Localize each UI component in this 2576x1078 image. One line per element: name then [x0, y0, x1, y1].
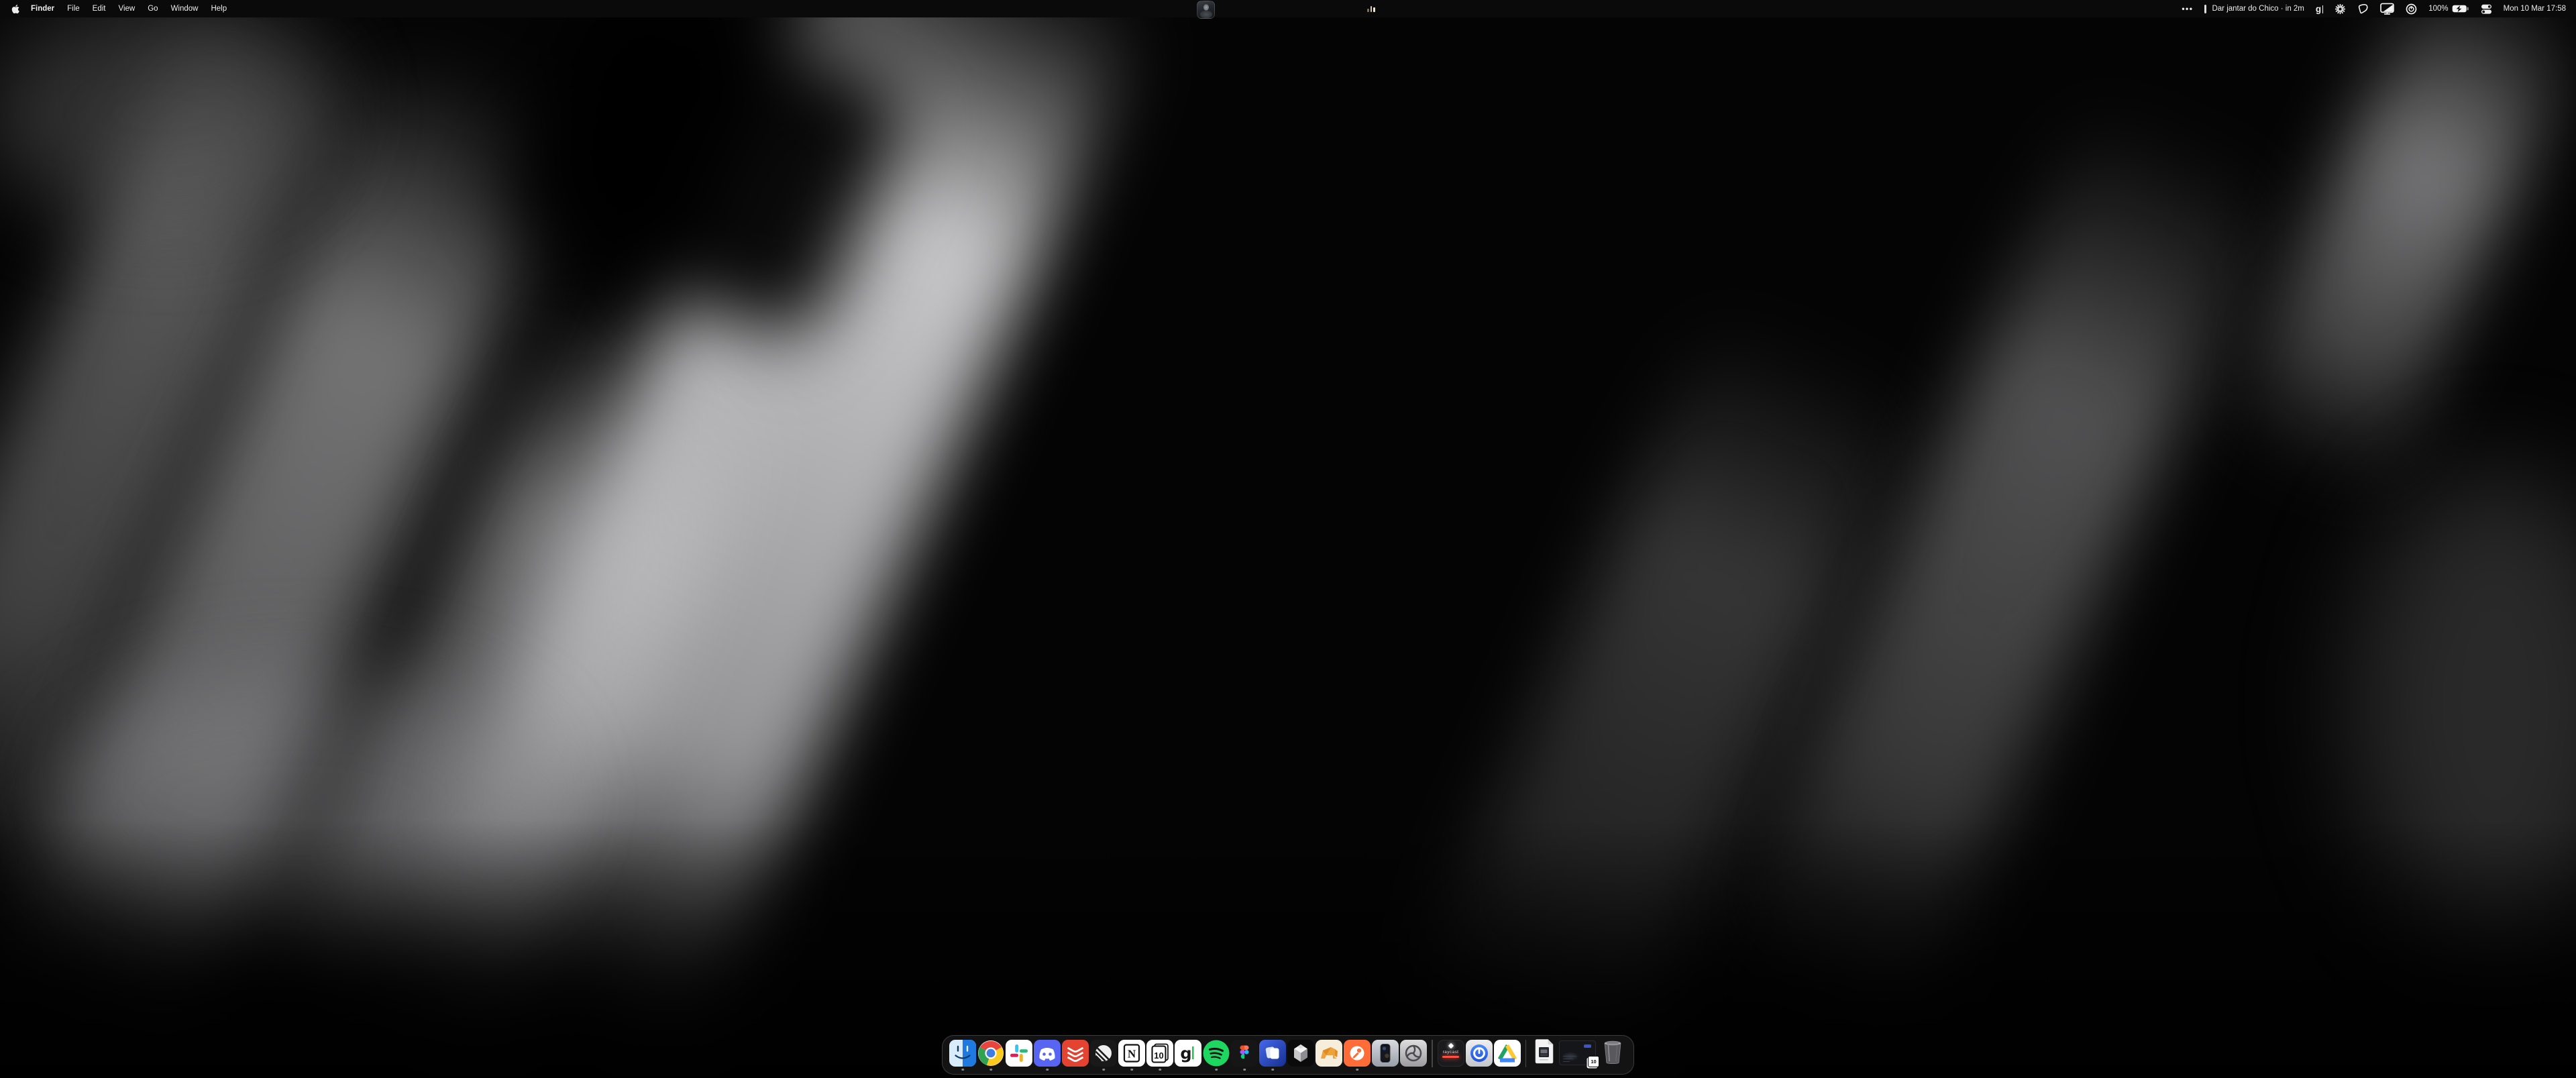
dock-app-finder[interactable] [949, 1040, 976, 1067]
notch-camera-preview[interactable] [1197, 1, 1215, 19]
flower-icon[interactable] [2334, 3, 2346, 15]
dock-app-gray-pinwheel[interactable] [1400, 1040, 1427, 1067]
minimized-app-badge: 10 [1588, 1056, 1599, 1067]
dock-separator [1432, 1040, 1433, 1067]
granola-caret-icon [2322, 5, 2324, 13]
dock-app-origami-cube[interactable] [1287, 1040, 1314, 1067]
dock-trash[interactable] [1599, 1036, 1626, 1069]
svg-text:N: N [1128, 1047, 1136, 1060]
event-bar-icon [2204, 5, 2206, 13]
dock-app-spotify[interactable] [1203, 1040, 1230, 1067]
onepassword-menu-icon[interactable] [2406, 3, 2417, 15]
dock-app-figma[interactable] [1231, 1040, 1258, 1067]
dock-app-blue-cards[interactable] [1259, 1040, 1286, 1067]
dock-app-discord[interactable] [1034, 1040, 1061, 1067]
battery-status[interactable]: 100% [2428, 5, 2469, 13]
dock-separator [1525, 1040, 1527, 1067]
dock-document-file[interactable] [1532, 1038, 1555, 1068]
menu-bar-clock[interactable]: Mon 10 Mar 17:58 [2504, 5, 2566, 13]
minimized-window-content [1584, 1044, 1591, 1048]
menu-help[interactable]: Help [205, 5, 233, 13]
dock-app-raycast[interactable]: raycast [1438, 1040, 1464, 1067]
menu-active-app[interactable]: Finder [25, 5, 61, 13]
menu-bar-status: ••• Dar jantar do Chico · in 2m g [2182, 3, 2576, 15]
raycast-spark-icon [1448, 1042, 1453, 1048]
menu-bar: Finder File Edit View Go Window Help •••… [0, 0, 2576, 17]
menu-file[interactable]: File [61, 5, 87, 13]
dock-app-granola[interactable]: g [1175, 1040, 1201, 1067]
menu-go[interactable]: Go [142, 5, 164, 13]
event-text: Dar jantar do Chico · in 2m [2212, 5, 2304, 13]
control-center-icon[interactable] [2481, 3, 2492, 15]
granola-menu-icon[interactable]: g [2316, 5, 2323, 13]
battery-percent: 100% [2428, 5, 2448, 13]
mic-level-icon [1367, 6, 1375, 12]
dock-app-notion[interactable]: N [1118, 1040, 1145, 1067]
dock-app-notion-calendar[interactable]: 10 [1146, 1040, 1173, 1067]
desktop-wallpaper [0, 0, 2576, 1078]
menu-view[interactable]: View [112, 5, 142, 13]
menu-edit[interactable]: Edit [86, 5, 112, 13]
dock-app-iphone-mirroring[interactable] [1372, 1040, 1399, 1067]
dock: N 10 g [942, 1035, 1634, 1075]
raycast-red-bar [1442, 1056, 1459, 1058]
dock-app-google-drive[interactable] [1494, 1040, 1521, 1067]
menu-bar-left: Finder File Edit View Go Window Help [0, 4, 233, 14]
dock-app-chrome[interactable] [977, 1040, 1004, 1067]
menu-window[interactable]: Window [164, 5, 205, 13]
battery-icon [2452, 5, 2469, 13]
wallpaper-vignette [0, 0, 2576, 1078]
dock-app-origami-mammoth[interactable] [1316, 1040, 1342, 1067]
dock-app-1password[interactable] [1466, 1040, 1493, 1067]
dock-app-slack[interactable] [1006, 1040, 1032, 1067]
dock-app-postman[interactable] [1344, 1040, 1371, 1067]
svg-text:10: 10 [1154, 1050, 1163, 1061]
status-next-event[interactable]: Dar jantar do Chico · in 2m [2204, 5, 2304, 13]
svg-text:g: g [1180, 1044, 1191, 1063]
dock-app-linear[interactable] [1090, 1040, 1117, 1067]
dock-minimized-window[interactable]: 10 [1559, 1040, 1596, 1065]
pick-icon[interactable] [2357, 3, 2369, 15]
minimized-window-content [1562, 1052, 1579, 1061]
apple-menu-icon[interactable] [11, 4, 20, 14]
dock-app-todoist[interactable] [1062, 1040, 1089, 1067]
status-overflow-icon[interactable]: ••• [2182, 4, 2193, 13]
screen-mirroring-icon[interactable] [2380, 3, 2394, 15]
